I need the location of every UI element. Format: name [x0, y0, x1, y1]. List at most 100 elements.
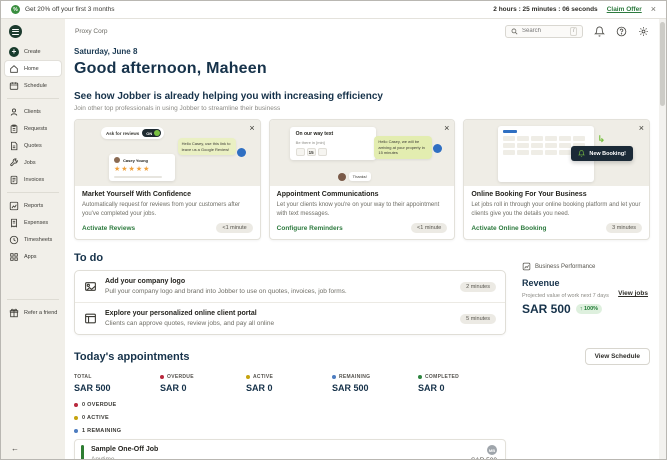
sidebar-item-schedule[interactable]: Schedule [5, 78, 61, 93]
card-description: Let jobs roll in through your online boo… [471, 201, 642, 218]
card-description: Automatically request for reviews from y… [82, 201, 253, 218]
sidebar-item-expenses[interactable]: Expenses [5, 215, 61, 230]
message-app-icon [433, 144, 442, 153]
appointments-stats: TOTAL SAR 500 OVERDUE SAR 0 ACTIVE SAR 0… [74, 374, 506, 393]
time-estimate-badge: 5 minutes [460, 314, 496, 324]
client-reply-bubble: Thanks! [349, 172, 371, 181]
card-online-booking: × ↳ New Booking! Online Book [463, 119, 650, 240]
card-market-yourself: × Ask for reviews ON Hello Casey, use th… [74, 119, 261, 240]
status-dot [246, 375, 250, 379]
view-schedule-button[interactable]: View Schedule [585, 348, 650, 365]
stat-overdue: OVERDUE SAR 0 [160, 374, 246, 393]
time-estimate-badge: <1 minute [411, 223, 447, 233]
gift-icon [9, 308, 19, 318]
sidebar-item-requests[interactable]: Requests [5, 121, 61, 136]
card-illustration: × ↳ New Booking! [464, 120, 649, 186]
todo-section-title: To do [74, 252, 506, 264]
main-content: Saturday, June 8 Good afternoon, Maheen … [65, 43, 659, 459]
configure-reminders-button[interactable]: Configure Reminders [277, 225, 343, 232]
status-dot [332, 375, 336, 379]
revenue-change-badge: ↑ 100% [576, 304, 602, 314]
sidebar-item-create[interactable]: + Create [5, 44, 61, 59]
status-dot [160, 375, 164, 379]
settings-gear-icon[interactable] [638, 26, 649, 37]
chart-icon [9, 201, 19, 211]
arrow-doodle: ↳ [597, 134, 605, 145]
stat-remaining: REMAINING SAR 500 [332, 374, 418, 393]
performance-label: Business Performance [535, 264, 595, 270]
sidebar-item-home[interactable]: Home [5, 61, 61, 76]
search-input[interactable]: / [505, 25, 583, 38]
job-row-sample-one-off[interactable]: Sample One-Off Job Anytime MB SAR 500 [74, 439, 506, 459]
todo-item-company-logo[interactable]: Add your company logo Pull your company … [75, 271, 505, 302]
group-active[interactable]: 0 ACTIVE [74, 415, 506, 421]
wrench-icon [9, 158, 19, 168]
sidebar-item-reports[interactable]: Reports [5, 198, 61, 213]
home-icon [9, 64, 19, 74]
scrollbar-thumb[interactable] [660, 22, 665, 106]
status-dot [74, 416, 78, 420]
card-title: Market Yourself With Confidence [82, 191, 253, 198]
review-card: Casey Young ★★★★★ [109, 154, 175, 181]
quote-doc-icon [9, 141, 19, 151]
sidebar-item-jobs[interactable]: Jobs [5, 155, 61, 170]
sidebar-item-timesheets[interactable]: Timesheets [5, 232, 61, 247]
jobber-logo [9, 25, 22, 38]
appointments-section: Today's appointments View Schedule TOTAL… [74, 348, 650, 459]
calendar-icon [9, 81, 19, 91]
sidebar-item-apps[interactable]: Apps [5, 249, 61, 264]
promo-countdown: 2 hours : 25 minutes : 06 seconds [493, 6, 597, 13]
sidebar-divider [7, 299, 59, 300]
close-icon[interactable]: × [249, 123, 254, 133]
reviewer-avatar [114, 157, 120, 163]
person-icon [9, 107, 19, 117]
time-estimate-badge: 3 minutes [606, 223, 642, 233]
close-icon[interactable]: × [444, 123, 449, 133]
revenue-title: Revenue [522, 278, 650, 288]
todo-item-client-portal[interactable]: Explore your personalized online client … [75, 302, 505, 334]
search-field[interactable] [522, 28, 566, 34]
sidebar: + Create Home Schedule Clients Requests … [1, 19, 65, 459]
collapse-sidebar-button[interactable]: ← [5, 442, 61, 455]
sidebar-item-clients[interactable]: Clients [5, 104, 61, 119]
job-status-bar [81, 445, 84, 459]
todo-list: Add your company logo Pull your company … [74, 270, 506, 335]
plus-circle-icon: + [9, 47, 19, 57]
sidebar-item-refer-a-friend[interactable]: Refer a friend [5, 305, 61, 320]
close-icon[interactable]: × [639, 123, 644, 133]
discount-percent-icon: % [11, 5, 20, 14]
promo-message: Get 20% off your first 3 months [25, 6, 114, 13]
claim-offer-link[interactable]: Claim Offer [607, 6, 642, 13]
activate-reviews-button[interactable]: Activate Reviews [82, 225, 135, 232]
grid-icon [9, 252, 19, 262]
notifications-bell-icon[interactable] [594, 26, 605, 37]
search-icon [511, 28, 518, 35]
sidebar-item-invoices[interactable]: Invoices [5, 172, 61, 187]
sidebar-item-quotes[interactable]: Quotes [5, 138, 61, 153]
breadcrumb[interactable]: Proxy Corp [75, 28, 108, 35]
appointments-title: Today's appointments [74, 351, 189, 363]
group-remaining[interactable]: 1 REMAINING [74, 428, 506, 434]
card-description: Let your clients know you're on your way… [277, 201, 448, 218]
onboarding-cards: × Ask for reviews ON Hello Casey, use th… [74, 119, 650, 240]
card-appointment-communications: × On our way text Be there in [min] 15 H… [269, 119, 456, 240]
sidebar-divider [7, 192, 59, 193]
scrollbar-track[interactable] [659, 19, 666, 459]
topbar: Proxy Corp / [65, 19, 659, 43]
review-request-bubble: Hello Casey, use this link to leave us a… [178, 138, 236, 155]
group-overdue[interactable]: 0 OVERDUE [74, 402, 506, 408]
clipboard-icon [9, 124, 19, 134]
card-title: Online Booking For Your Business [471, 191, 642, 198]
on-my-way-bubble: Hello Casey, we will be arriving at your… [374, 136, 432, 159]
activate-online-booking-button[interactable]: Activate Online Booking [471, 225, 546, 232]
status-dot [74, 403, 78, 407]
job-title: Sample One-Off Job [91, 446, 158, 453]
help-icon[interactable] [616, 26, 627, 37]
reviews-toggle: Ask for reviews ON [101, 127, 164, 139]
on-my-way-panel: On our way text Be there in [min] 15 [290, 127, 376, 160]
stat-active: ACTIVE SAR 0 [246, 374, 332, 393]
date-label: Saturday, June 8 [74, 47, 650, 56]
view-jobs-link[interactable]: View jobs [618, 290, 648, 297]
promo-close-icon[interactable]: × [651, 5, 656, 14]
card-illustration: × On our way text Be there in [min] 15 H… [270, 120, 455, 186]
